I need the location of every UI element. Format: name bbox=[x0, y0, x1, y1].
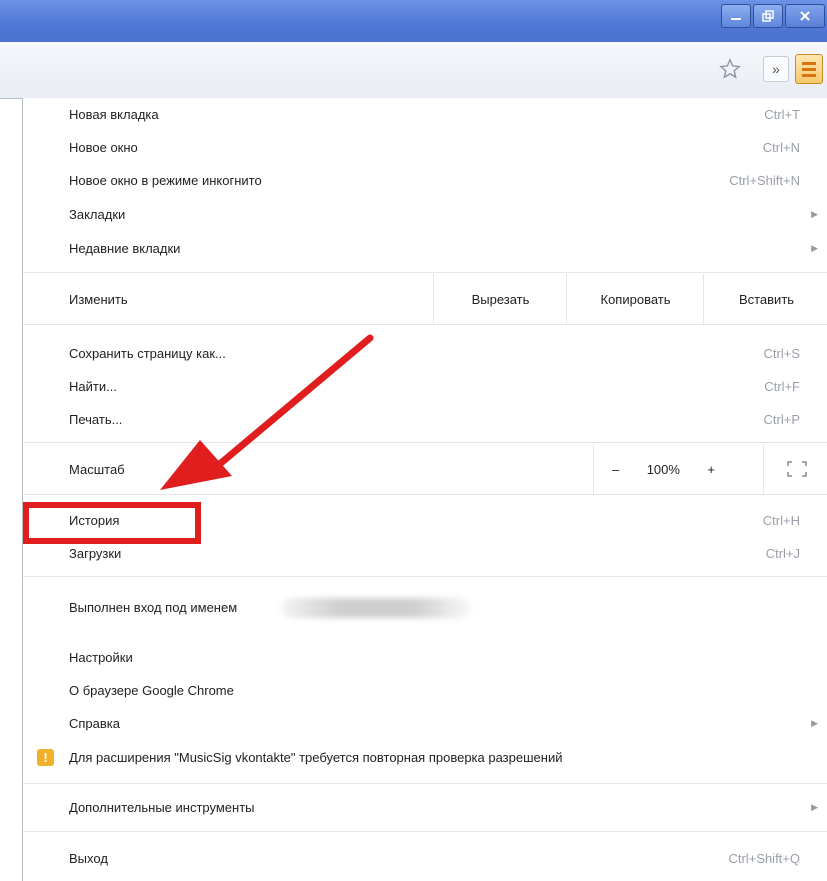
menu-separator bbox=[23, 442, 827, 443]
shortcut-label: Ctrl+Shift+N bbox=[729, 173, 800, 188]
menu-item-label: Новое окно bbox=[69, 140, 138, 155]
menu-row-edit: Изменить Вырезать Копировать Вставить bbox=[23, 274, 827, 324]
menu-item-label: Печать... bbox=[69, 412, 123, 427]
menu-item-label: Загрузки bbox=[69, 546, 122, 561]
browser-toolbar: » bbox=[0, 42, 827, 99]
submenu-arrow-icon: ▶ bbox=[811, 243, 818, 253]
warning-icon: ! bbox=[37, 749, 54, 766]
minimize-icon[interactable] bbox=[721, 4, 751, 28]
menu-item-recent-tabs[interactable]: Недавние вкладки ▶ bbox=[23, 232, 827, 265]
paste-label: Вставить bbox=[738, 291, 795, 307]
fullscreen-icon[interactable] bbox=[763, 444, 827, 494]
shortcut-label: Ctrl+N bbox=[762, 140, 800, 155]
menu-item-label: Настройки bbox=[69, 650, 133, 665]
blurred-account-name bbox=[281, 597, 471, 618]
edit-label: Изменить bbox=[69, 291, 128, 307]
close-icon[interactable] bbox=[785, 4, 825, 28]
menu-item-label: Выход bbox=[69, 851, 108, 866]
menu-separator bbox=[23, 831, 827, 832]
shortcut-label: Ctrl+Shift+Q bbox=[728, 851, 800, 866]
shortcut-label: Ctrl+S bbox=[763, 346, 800, 361]
history-highlight-box bbox=[23, 502, 201, 544]
window-titlebar bbox=[0, 0, 827, 42]
menu-item-label: О браузере Google Chrome bbox=[69, 683, 234, 698]
paste-button[interactable]: Вставить bbox=[703, 274, 827, 324]
cut-label: Вырезать bbox=[471, 291, 530, 307]
menu-item-extension-warning[interactable]: ! Для расширения "MusicSig vkontakte" тр… bbox=[23, 741, 827, 774]
shortcut-label: Ctrl+H bbox=[762, 513, 800, 528]
window-controls bbox=[721, 4, 825, 28]
menu-item-label: Найти... bbox=[69, 379, 117, 394]
shortcut-label: Ctrl+P bbox=[763, 412, 800, 427]
menu-separator bbox=[23, 272, 827, 273]
zoom-controls: – 100% + bbox=[593, 444, 733, 494]
menu-separator bbox=[23, 494, 827, 495]
zoom-label: Масштаб bbox=[69, 461, 125, 477]
menu-item-bookmarks[interactable]: Закладки ▶ bbox=[23, 198, 827, 231]
menu-separator bbox=[23, 324, 827, 325]
menu-item-more-tools[interactable]: Дополнительные инструменты ▶ bbox=[23, 791, 827, 824]
menu-item-label: Выполнен вход под именем bbox=[69, 600, 238, 615]
menu-item-label: Сохранить страницу как... bbox=[69, 346, 226, 361]
menu-item-settings[interactable]: Настройки bbox=[23, 641, 827, 674]
menu-item-label: Дополнительные инструменты bbox=[69, 800, 255, 815]
menu-item-label: Недавние вкладки bbox=[69, 241, 181, 256]
copy-label: Копировать bbox=[600, 291, 671, 307]
submenu-arrow-icon: ▶ bbox=[811, 802, 818, 812]
menu-item-help[interactable]: Справка ▶ bbox=[23, 707, 827, 740]
restore-icon[interactable] bbox=[753, 4, 783, 28]
menu-separator bbox=[23, 576, 827, 577]
zoom-in-button[interactable]: + bbox=[707, 462, 715, 477]
zoom-value: 100% bbox=[646, 461, 680, 477]
shortcut-label: Ctrl+J bbox=[765, 546, 800, 561]
menu-item-find[interactable]: Найти... Ctrl+F bbox=[23, 370, 827, 403]
cut-button[interactable]: Вырезать bbox=[433, 274, 567, 324]
menu-item-about[interactable]: О браузере Google Chrome bbox=[23, 674, 827, 707]
menu-item-new-window[interactable]: Новое окно Ctrl+N bbox=[23, 131, 827, 164]
menu-item-label: Закладки bbox=[69, 207, 126, 222]
menu-separator bbox=[23, 783, 827, 784]
submenu-arrow-icon: ▶ bbox=[811, 209, 818, 219]
menu-item-exit[interactable]: Выход Ctrl+Shift+Q bbox=[23, 842, 827, 875]
menu-item-label: Новая вкладка bbox=[69, 107, 159, 122]
menu-item-save-page[interactable]: Сохранить страницу как... Ctrl+S bbox=[23, 337, 827, 370]
copy-button[interactable]: Копировать bbox=[566, 274, 704, 324]
menu-item-label: Для расширения "MusicSig vkontakte" треб… bbox=[69, 750, 563, 765]
hamburger-menu-icon[interactable] bbox=[795, 54, 823, 84]
shortcut-label: Ctrl+T bbox=[764, 107, 800, 122]
star-icon[interactable] bbox=[719, 58, 741, 86]
submenu-arrow-icon: ▶ bbox=[811, 718, 818, 728]
menu-item-signed-in[interactable]: Выполнен вход под именем bbox=[23, 591, 827, 624]
menu-item-print[interactable]: Печать... Ctrl+P bbox=[23, 403, 827, 436]
shortcut-label: Ctrl+F bbox=[764, 379, 800, 394]
extensions-overflow-button[interactable]: » bbox=[763, 56, 789, 82]
menu-item-label: Новое окно в режиме инкогнито bbox=[69, 173, 262, 188]
menu-item-incognito[interactable]: Новое окно в режиме инкогнито Ctrl+Shift… bbox=[23, 164, 827, 197]
menu-row-zoom: Масштаб – 100% + bbox=[23, 444, 827, 494]
chrome-main-menu: Новая вкладка Ctrl+T Новое окно Ctrl+N Н… bbox=[22, 98, 827, 881]
menu-item-label: Справка bbox=[69, 716, 120, 731]
menu-item-new-tab[interactable]: Новая вкладка Ctrl+T bbox=[23, 98, 827, 131]
overflow-label: » bbox=[772, 61, 780, 77]
zoom-out-button[interactable]: – bbox=[612, 462, 619, 477]
